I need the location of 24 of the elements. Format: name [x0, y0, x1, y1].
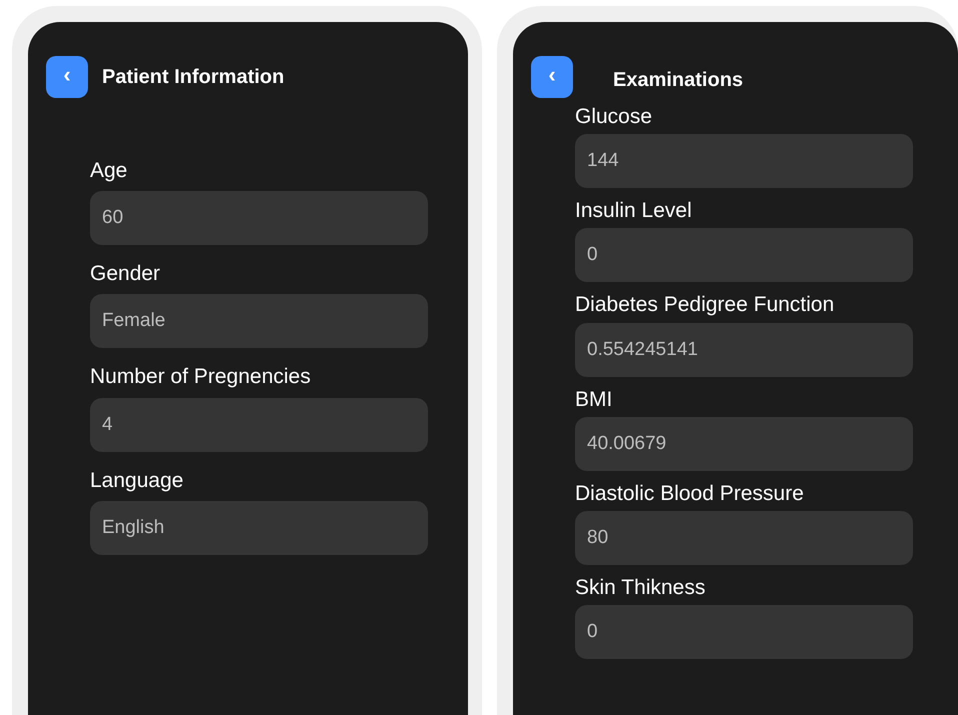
field-label: Diabetes Pedigree Function: [575, 292, 836, 318]
input-field[interactable]: 0: [575, 228, 913, 282]
input-field[interactable]: Female: [90, 294, 428, 348]
screen-title: Examinations: [613, 68, 744, 93]
screen-title: Patient Information: [102, 65, 284, 90]
field-label: Insulin Level: [575, 198, 693, 224]
input-field[interactable]: 80: [575, 510, 913, 565]
input-field[interactable]: 0: [575, 605, 913, 660]
back-button[interactable]: ‹: [46, 56, 88, 98]
field-label: BMI: [575, 386, 614, 412]
input-field[interactable]: 0.554245141: [575, 322, 913, 377]
field-label: Diastolic Blood Pressure: [575, 480, 805, 506]
input-field[interactable]: 4: [90, 398, 428, 452]
input-field[interactable]: 144: [575, 134, 913, 188]
input-field[interactable]: 60: [90, 191, 428, 246]
field-label: Skin Thikness: [575, 574, 706, 600]
field-label: Gender: [90, 261, 162, 286]
field-label: Glucose: [575, 104, 654, 130]
field-label: Language: [90, 468, 184, 493]
field-label: Age: [90, 158, 128, 184]
back-button[interactable]: ‹: [531, 56, 573, 98]
field-label: Number of Pregnencies: [90, 364, 312, 390]
input-field[interactable]: English: [90, 500, 428, 555]
input-field[interactable]: 40.00679: [575, 416, 913, 471]
